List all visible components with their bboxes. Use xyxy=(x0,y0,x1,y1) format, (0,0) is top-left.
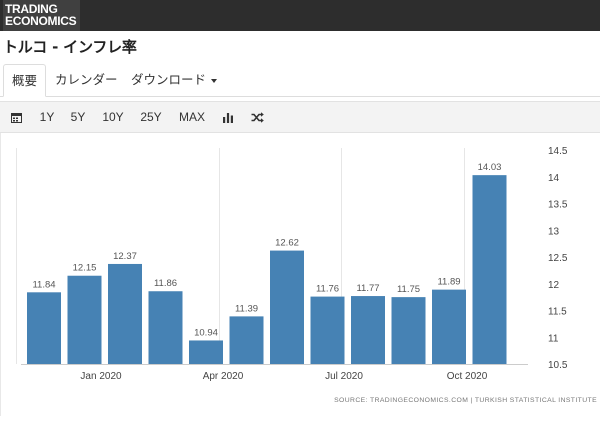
tab-download-label: ダウンロード xyxy=(131,72,207,87)
y-tick-label-5: 12 xyxy=(548,280,560,291)
range-max-button[interactable]: MAX xyxy=(175,102,209,133)
x-tick-label-2: Jul 2020 xyxy=(325,371,363,382)
bar-9 xyxy=(391,297,426,364)
bar-6 xyxy=(270,250,304,364)
x-tick-label-0: Jan 2020 xyxy=(80,371,122,382)
bar-2 xyxy=(108,263,142,364)
tab-overview[interactable]: 概要 xyxy=(3,64,46,97)
bar-value-label-3: 11.86 xyxy=(154,278,177,289)
source-note: SOURCE: TRADINGECONOMICS.COM | TURKISH S… xyxy=(334,397,597,404)
x-tick-label-1: Apr 2020 xyxy=(203,371,244,382)
tab-calendar[interactable]: カレンダー xyxy=(55,64,118,97)
logo-line2: ECONOMICS xyxy=(5,14,77,28)
y-tick-label-6: 11.5 xyxy=(548,307,567,318)
chart-type-button[interactable] xyxy=(218,102,238,133)
bar-value-label-5: 11.39 xyxy=(235,303,258,314)
bar-chart-icon xyxy=(223,113,233,124)
bar-11 xyxy=(472,175,507,364)
chart-toolbar: 1Y 5Y 10Y 25Y MAX xyxy=(0,101,600,133)
chart-area: 11.84 12.15 12.37 11.86 10.94 11.39 12.62 11.76… xyxy=(0,133,600,416)
top-bar: TRADING ECONOMICS xyxy=(0,0,600,31)
range-5y-button[interactable]: 5Y xyxy=(66,102,90,133)
bar-8 xyxy=(351,296,385,364)
tab-download[interactable]: ダウンロード xyxy=(131,64,218,97)
y-tick-label-4: 12.5 xyxy=(548,253,568,264)
y-tick-label-3: 13 xyxy=(548,226,560,237)
bar-value-label-7: 11.76 xyxy=(316,284,339,295)
tab-overview-label: 概要 xyxy=(11,73,37,88)
compare-button[interactable] xyxy=(246,102,268,133)
y-tick-label-0: 14.5 xyxy=(548,146,568,157)
bar-value-label-11: 14.03 xyxy=(478,162,502,173)
x-tick-label-3: Oct 2020 xyxy=(447,371,488,382)
bar-value-label-9: 11.75 xyxy=(397,284,420,295)
shuffle-icon xyxy=(251,112,264,124)
caret-down-icon xyxy=(211,78,218,83)
inflation-bar-chart: 11.84 12.15 12.37 11.86 10.94 11.39 12.62 11.76… xyxy=(16,146,597,404)
y-tick-label-7: 11 xyxy=(548,333,559,344)
bar-value-label-1: 12.15 xyxy=(73,263,97,274)
page-title: トルコ - インフレ率 xyxy=(3,38,137,56)
y-tick-label-1: 14 xyxy=(548,173,560,184)
bar-4 xyxy=(189,340,223,364)
bar-7 xyxy=(310,296,345,364)
range-10y-button[interactable]: 10Y xyxy=(100,102,126,133)
bar-5 xyxy=(229,316,264,364)
tab-calendar-label: カレンダー xyxy=(55,72,118,87)
calendar-button[interactable] xyxy=(6,102,26,133)
bar-1 xyxy=(67,275,102,364)
calendar-icon xyxy=(10,113,22,124)
bar-value-label-8: 11.77 xyxy=(356,283,379,294)
bar-0 xyxy=(27,292,61,364)
bar-10 xyxy=(432,289,466,364)
bar-value-label-2: 12.37 xyxy=(113,251,137,262)
bar-value-label-6: 12.62 xyxy=(275,238,299,249)
bar-value-label-0: 11.84 xyxy=(32,279,55,290)
y-tick-label-8: 10.5 xyxy=(548,360,568,371)
y-tick-label-2: 13.5 xyxy=(548,200,568,211)
range-1y-button[interactable]: 1Y xyxy=(35,102,59,133)
bar-value-label-4: 10.94 xyxy=(194,327,218,338)
bar-3 xyxy=(148,291,183,364)
trading-economics-logo[interactable]: TRADING ECONOMICS xyxy=(3,0,80,31)
range-25y-button[interactable]: 25Y xyxy=(137,102,165,133)
tab-bar: 概要 カレンダー ダウンロード xyxy=(0,64,600,97)
bar-value-label-10: 11.89 xyxy=(437,277,460,288)
